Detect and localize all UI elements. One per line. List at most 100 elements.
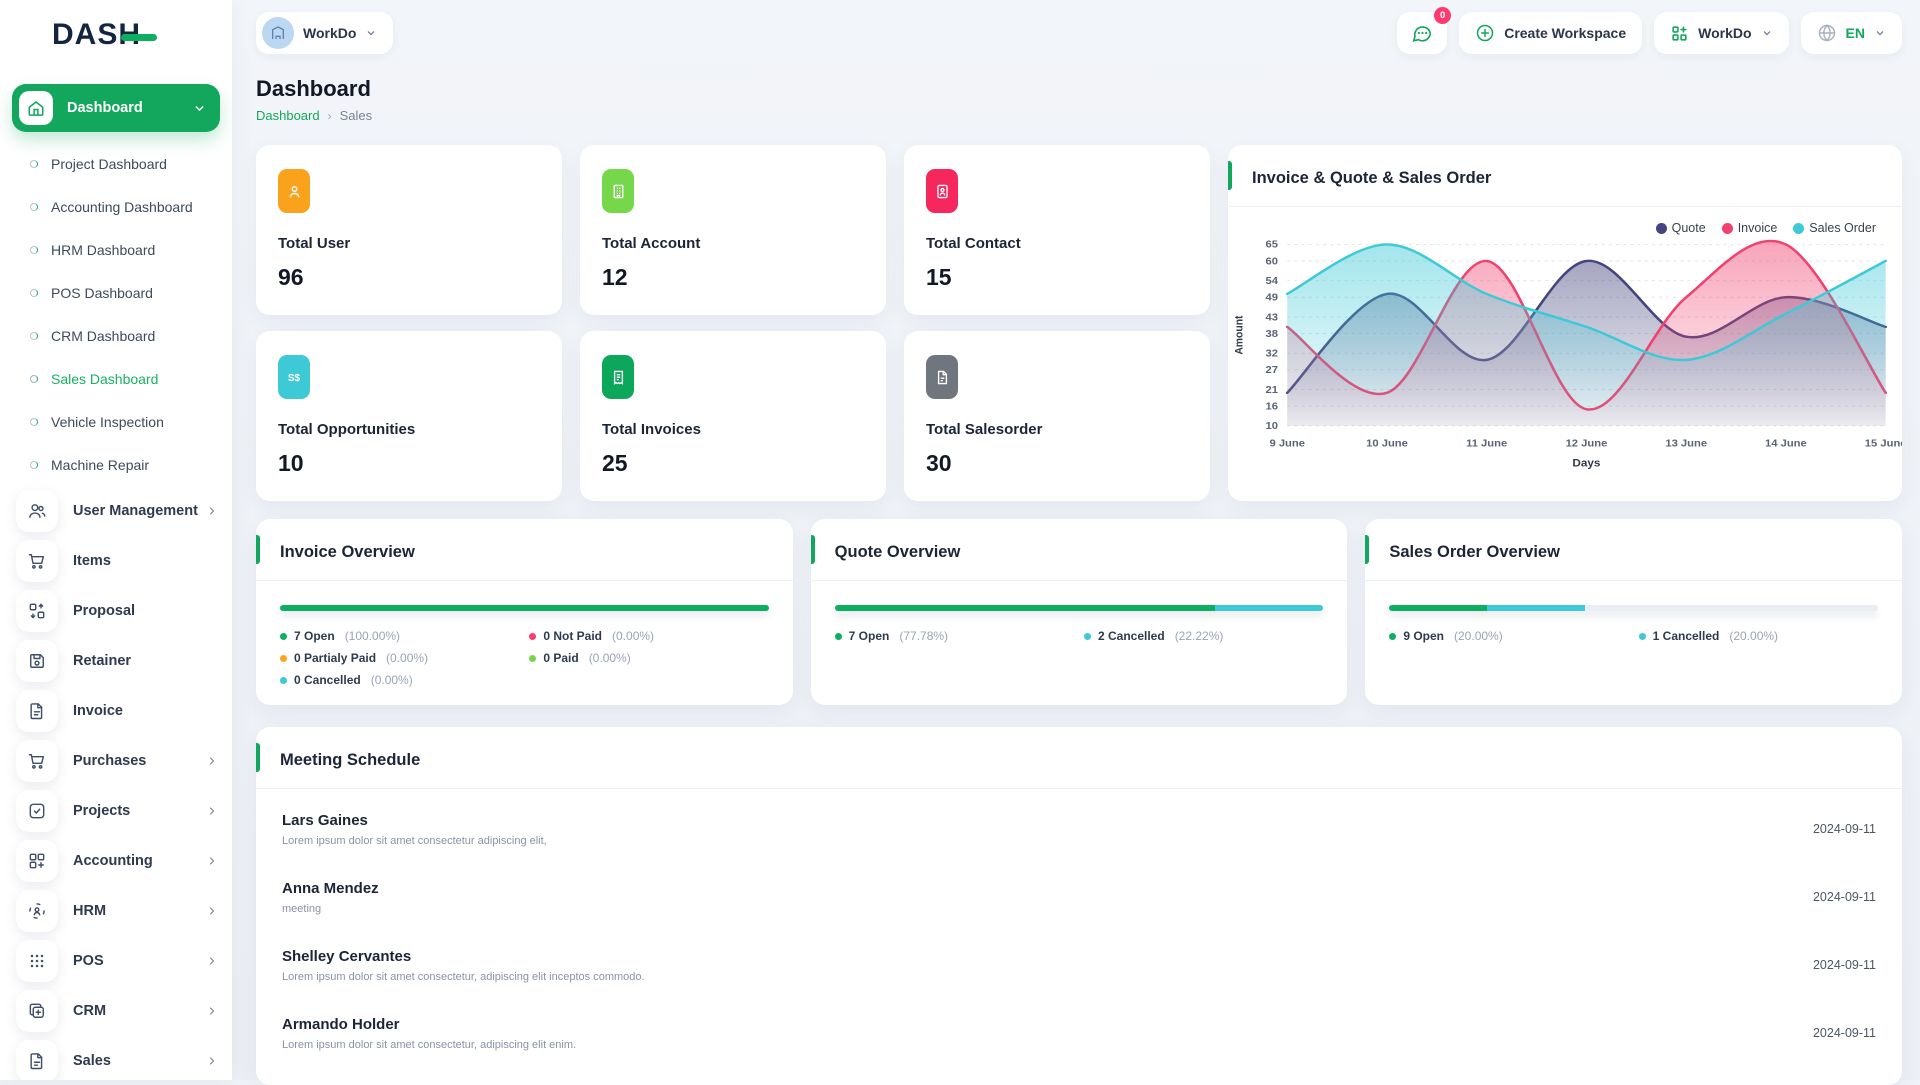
meeting-row[interactable]: Lars Gaines Lorem ipsum dolor sit amet c… xyxy=(282,795,1876,863)
sidebar-item-retainer[interactable]: Retainer xyxy=(0,636,232,686)
legend-count-label: 0 Cancelled xyxy=(294,673,361,687)
chevron-down-icon xyxy=(1761,27,1773,39)
sidebar-item-projects[interactable]: Projects xyxy=(0,786,232,836)
workspace-selector[interactable]: WorkDo xyxy=(256,12,393,54)
sidebar-subitem-label: HRM Dashboard xyxy=(51,242,155,258)
legend-dot xyxy=(1639,633,1646,640)
x-axis-title: Days xyxy=(1572,458,1600,470)
sidebar-item-proposal[interactable]: Proposal xyxy=(0,586,232,636)
legend-item-sales-order[interactable]: Sales Order xyxy=(1793,221,1876,235)
legend-dot xyxy=(529,655,536,662)
overview-legend-item: 7 Open (77.78%) xyxy=(835,629,1074,643)
sidebar-subitem-vehicle-inspection[interactable]: Vehicle Inspection xyxy=(0,400,232,443)
overview-legend-item: 9 Open (20.00%) xyxy=(1389,629,1628,643)
chevron-down-icon xyxy=(1874,27,1886,39)
meeting-card-header: Meeting Schedule xyxy=(256,727,1902,789)
area-chart: 10162127323843495460659 June10 June11 Ju… xyxy=(1228,235,1902,473)
sales-icon xyxy=(16,1040,58,1080)
sidebar-item-purchases[interactable]: Purchases xyxy=(0,736,232,786)
legend-count-label: 2 Cancelled xyxy=(1098,629,1165,643)
create-workspace-button[interactable]: Create Workspace xyxy=(1459,12,1642,54)
meeting-row[interactable]: Armando Holder Lorem ipsum dolor sit ame… xyxy=(282,999,1876,1067)
svg-text:54: 54 xyxy=(1266,275,1278,287)
overview-row: Invoice Overview 7 Open (100.00%) 0 Part… xyxy=(256,519,1902,705)
sidebar-subitem-project-dashboard[interactable]: Project Dashboard xyxy=(0,142,232,185)
stat-cards: Total User 96 Total Account 12 Total Con… xyxy=(256,145,1210,501)
sidebar-item-items[interactable]: Items xyxy=(0,536,232,586)
workspace-grid-icon xyxy=(1670,24,1689,43)
legend-item-quote[interactable]: Quote xyxy=(1656,221,1706,235)
sidebar-item-crm[interactable]: CRM xyxy=(0,986,232,1036)
meeting-description: meeting xyxy=(282,903,379,915)
sidebar-item-accounting[interactable]: Accounting xyxy=(0,836,232,886)
bullet-icon xyxy=(30,418,38,426)
sidebar-item-hrm[interactable]: HRM xyxy=(0,886,232,936)
sidebar-item-dashboard[interactable]: Dashboard xyxy=(12,84,220,132)
breadcrumb-dashboard-link[interactable]: Dashboard xyxy=(256,108,320,123)
overview-legend-item: 2 Cancelled (22.22%) xyxy=(1084,629,1323,643)
sidebar-item-sales[interactable]: Sales xyxy=(0,1036,232,1080)
sidebar-item-label: Purchases xyxy=(73,753,206,769)
messages-button[interactable]: 0 xyxy=(1397,12,1447,54)
meeting-name: Anna Mendez xyxy=(282,880,379,897)
contact-icon xyxy=(926,169,958,213)
stat-label: Total Contact xyxy=(926,235,1188,252)
legend-percent: (20.00%) xyxy=(1729,629,1778,643)
sidebar-subitem-crm-dashboard[interactable]: CRM Dashboard xyxy=(0,314,232,357)
chart-card-header: Invoice & Quote & Sales Order xyxy=(1228,145,1902,207)
legend-label: Sales Order xyxy=(1809,221,1876,235)
page-title: Dashboard xyxy=(256,76,1902,102)
stat-value: 30 xyxy=(926,450,1188,477)
sidebar-subitem-pos-dashboard[interactable]: POS Dashboard xyxy=(0,271,232,314)
language-selector[interactable]: EN xyxy=(1801,12,1902,54)
sidebar: DASH Dashboard Project Dashboard Account… xyxy=(0,0,232,1080)
legend-percent: (0.00%) xyxy=(386,651,428,665)
legend-count-label: 1 Cancelled xyxy=(1653,629,1720,643)
meeting-description: Lorem ipsum dolor sit amet consectetur, … xyxy=(282,1039,576,1051)
svg-text:15 June: 15 June xyxy=(1865,438,1902,450)
meeting-row[interactable]: Shelley Cervantes Lorem ipsum dolor sit … xyxy=(282,931,1876,999)
progress-bar xyxy=(835,605,1324,611)
legend-dot xyxy=(1389,633,1396,640)
app-logo[interactable]: DASH xyxy=(0,0,232,70)
messages-badge: 0 xyxy=(1434,7,1451,24)
sidebar-subitem-accounting-dashboard[interactable]: Accounting Dashboard xyxy=(0,185,232,228)
sidebar-subitem-machine-repair[interactable]: Machine Repair xyxy=(0,443,232,486)
cart-icon xyxy=(16,540,58,582)
legend-item-invoice[interactable]: Invoice xyxy=(1722,221,1778,235)
sidebar-item-pos[interactable]: POS xyxy=(0,936,232,986)
sidebar-item-label: Retainer xyxy=(73,653,218,669)
invoice-icon xyxy=(16,690,58,732)
legend-percent: (22.22%) xyxy=(1175,629,1224,643)
legend-percent: (100.00%) xyxy=(345,629,400,643)
stat-value: 96 xyxy=(278,264,540,291)
opportunity-icon: S$ xyxy=(278,355,310,399)
stat-card-total-opportunities: S$ Total Opportunities 10 xyxy=(256,331,562,501)
legend-dot xyxy=(1793,223,1804,234)
overview-legend-item: 0 Not Paid (0.00%) xyxy=(529,629,768,643)
bullet-icon xyxy=(30,332,38,340)
stat-card-total-contact: Total Contact 15 xyxy=(904,145,1210,315)
sidebar-item-label: Sales xyxy=(73,1053,206,1069)
chevron-right-icon xyxy=(206,755,218,767)
stat-card-total-invoices: Total Invoices 25 xyxy=(580,331,886,501)
sidebar-subitem-sales-dashboard[interactable]: Sales Dashboard xyxy=(0,357,232,400)
legend-dot xyxy=(835,633,842,640)
meeting-row[interactable]: Anna Mendez meeting 2024-09-11 xyxy=(282,863,1876,931)
sidebar-item-label: Dashboard xyxy=(67,100,193,116)
meeting-description: Lorem ipsum dolor sit amet consectetur a… xyxy=(282,835,547,847)
overview-card-header: Quote Overview xyxy=(811,519,1348,581)
sidebar-item-invoice[interactable]: Invoice xyxy=(0,686,232,736)
meeting-name: Lars Gaines xyxy=(282,812,547,829)
svg-text:S$: S$ xyxy=(288,373,301,384)
sidebar-item-label: Projects xyxy=(73,803,206,819)
sidebar-subitem-label: Project Dashboard xyxy=(51,156,167,172)
hrm-icon xyxy=(16,890,58,932)
sidebar-item-user-management[interactable]: User Management xyxy=(0,486,232,536)
workspace-switcher[interactable]: WorkDo xyxy=(1654,12,1788,54)
sidebar-subitem-hrm-dashboard[interactable]: HRM Dashboard xyxy=(0,228,232,271)
meeting-info: Anna Mendez meeting xyxy=(282,880,379,915)
bullet-icon xyxy=(30,289,38,297)
legend-percent: (77.78%) xyxy=(899,629,948,643)
stat-value: 10 xyxy=(278,450,540,477)
